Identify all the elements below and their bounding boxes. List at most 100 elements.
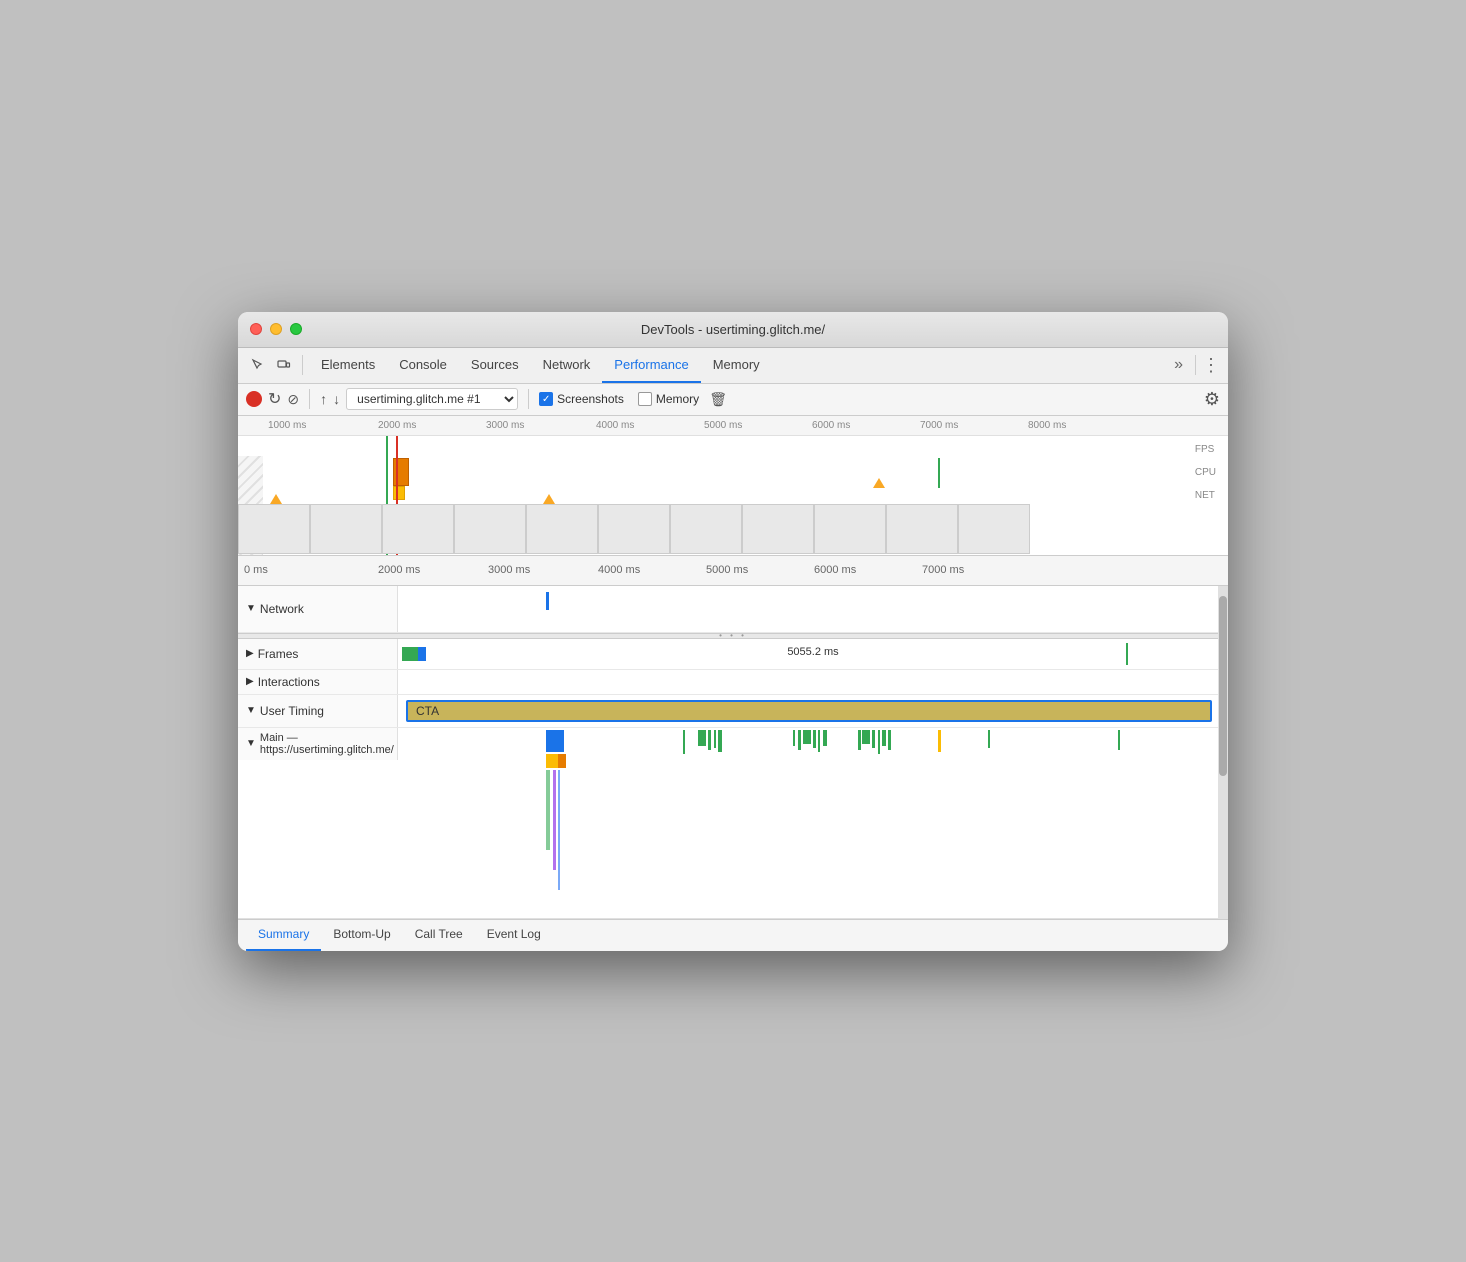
main-bar-purple-tall (553, 770, 556, 870)
timeline-overview: 1000 ms 2000 ms 3000 ms 4000 ms 5000 ms … (238, 416, 1228, 556)
tab-elements[interactable]: Elements (309, 347, 387, 383)
minimize-button[interactable] (270, 323, 282, 335)
g-bar-12 (858, 730, 861, 750)
main-track-header[interactable]: ▼ Main — https://usertiming.glitch.me/ (238, 728, 398, 760)
fps-label: FPS (1195, 444, 1216, 455)
devtools-window: DevTools - usertiming.glitch.me/ Element… (238, 312, 1228, 951)
ruler-b-3000: 3000 ms (488, 564, 530, 576)
cpu-label: CPU (1195, 467, 1216, 478)
ruler-b-2000: 2000 ms (378, 564, 420, 576)
green-spike (873, 478, 885, 488)
separator (302, 355, 303, 375)
frames-duration: 5055.2 ms (787, 646, 838, 658)
screenshots-checkbox[interactable]: ✓ (539, 392, 553, 406)
reload-record-button[interactable]: ↻ (268, 389, 281, 409)
settings-button[interactable]: ⚙ (1204, 389, 1220, 410)
g-bar-6 (793, 730, 795, 746)
g-bar-9 (813, 730, 816, 748)
main-bar-yellow-1 (546, 754, 558, 768)
overview-chart[interactable]: FPS CPU NET (238, 436, 1228, 556)
maximize-button[interactable] (290, 323, 302, 335)
frames-track-header[interactable]: ▶ Frames (238, 639, 398, 669)
tab-call-tree[interactable]: Call Tree (403, 919, 475, 951)
network-track-header[interactable]: ▼ Network (238, 586, 398, 632)
frames-triangle: ▶ (246, 648, 254, 659)
warning-triangle (270, 494, 282, 504)
record-button[interactable] (246, 391, 262, 407)
g-bar-10 (818, 730, 820, 752)
profile-select[interactable]: usertiming.glitch.me #1 (346, 388, 518, 410)
g-bar-15 (878, 730, 880, 754)
performance-toolbar: ↻ ⊘ ↑ ↓ usertiming.glitch.me #1 ✓ Screen… (238, 384, 1228, 416)
g-bar-19 (1118, 730, 1120, 750)
traffic-lights (250, 323, 302, 335)
perf-sep2 (528, 389, 529, 409)
tab-sources[interactable]: Sources (459, 347, 531, 383)
interactions-track: ▶ Interactions (238, 670, 1228, 695)
g-bar-1 (683, 730, 685, 754)
tab-performance[interactable]: Performance (602, 347, 700, 383)
tab-memory[interactable]: Memory (701, 347, 772, 383)
bottom-tabs: Summary Bottom-Up Call Tree Event Log (238, 919, 1228, 951)
network-label: Network (260, 602, 304, 616)
title-bar: DevTools - usertiming.glitch.me/ (238, 312, 1228, 348)
inspect-icon[interactable] (246, 353, 270, 377)
net-label: NET (1195, 490, 1216, 501)
memory-checkbox[interactable] (638, 392, 652, 406)
clear-button[interactable]: ⊘ (287, 391, 299, 408)
more-tabs-button[interactable]: » (1168, 356, 1189, 374)
ruler-tick-6: 6000 ms (812, 420, 850, 431)
cta-bar[interactable]: CTA (406, 700, 1212, 722)
ruler-tick-8: 8000 ms (1028, 420, 1066, 431)
separator2 (1195, 355, 1196, 375)
tab-console[interactable]: Console (387, 347, 459, 383)
ruler-b-4000: 4000 ms (598, 564, 640, 576)
upload-button[interactable]: ↑ (320, 391, 327, 407)
devtools-menu-button[interactable]: ⋮ (1202, 355, 1220, 376)
memory-toggle[interactable]: Memory (638, 392, 699, 406)
yellow-perf-block (393, 486, 405, 500)
devtools-nav: Elements Console Sources Network Perform… (238, 348, 1228, 384)
tab-summary[interactable]: Summary (246, 919, 321, 951)
tab-network[interactable]: Network (531, 347, 603, 383)
screenshot-1 (238, 504, 310, 554)
screenshot-7 (670, 504, 742, 554)
screenshot-10 (886, 504, 958, 554)
nav-tabs: Elements Console Sources Network Perform… (309, 347, 1166, 383)
perf-sep (309, 389, 310, 409)
close-button[interactable] (250, 323, 262, 335)
screenshot-4 (454, 504, 526, 554)
ruler-tick-4: 4000 ms (596, 420, 634, 431)
frames-track-content: 5055.2 ms (398, 639, 1228, 669)
user-timing-track-header[interactable]: ▼ User Timing (238, 695, 398, 727)
g-bar-14 (872, 730, 875, 748)
user-timing-track: ▼ User Timing CTA (238, 695, 1228, 728)
scrollbar-track[interactable] (1218, 586, 1228, 919)
scrollbar-thumb[interactable] (1219, 596, 1227, 776)
interactions-track-header[interactable]: ▶ Interactions (238, 670, 398, 694)
main-label: Main — https://usertiming.glitch.me/ (260, 732, 394, 756)
g-bar-5 (718, 730, 722, 752)
screenshots-toggle[interactable]: ✓ Screenshots (539, 392, 624, 406)
network-track: ▼ Network (238, 586, 1228, 633)
download-button[interactable]: ↓ (333, 391, 340, 407)
tab-bottom-up[interactable]: Bottom-Up (321, 919, 402, 951)
clear-recordings-button[interactable]: 🗑 (709, 391, 727, 408)
user-timing-label: User Timing (260, 704, 324, 718)
screenshots-label: Screenshots (557, 392, 624, 406)
ruler-tick-3: 3000 ms (486, 420, 524, 431)
g-bar-8 (803, 730, 811, 744)
main-bar-blue-1 (546, 730, 564, 752)
metric-labels: FPS CPU NET (1195, 444, 1216, 501)
ruler-tick-2: 2000 ms (378, 420, 416, 431)
g-bar-13 (862, 730, 870, 744)
main-bar-orange-1 (558, 754, 566, 768)
ruler-tick-1: 1000 ms (268, 420, 306, 431)
tab-event-log[interactable]: Event Log (475, 919, 553, 951)
green-marker-mid (938, 458, 940, 488)
interactions-track-content (398, 670, 1228, 694)
cta-label: CTA (416, 704, 439, 718)
frame-end-marker (1126, 643, 1128, 665)
device-mode-icon[interactable] (272, 353, 296, 377)
screenshot-11 (958, 504, 1030, 554)
